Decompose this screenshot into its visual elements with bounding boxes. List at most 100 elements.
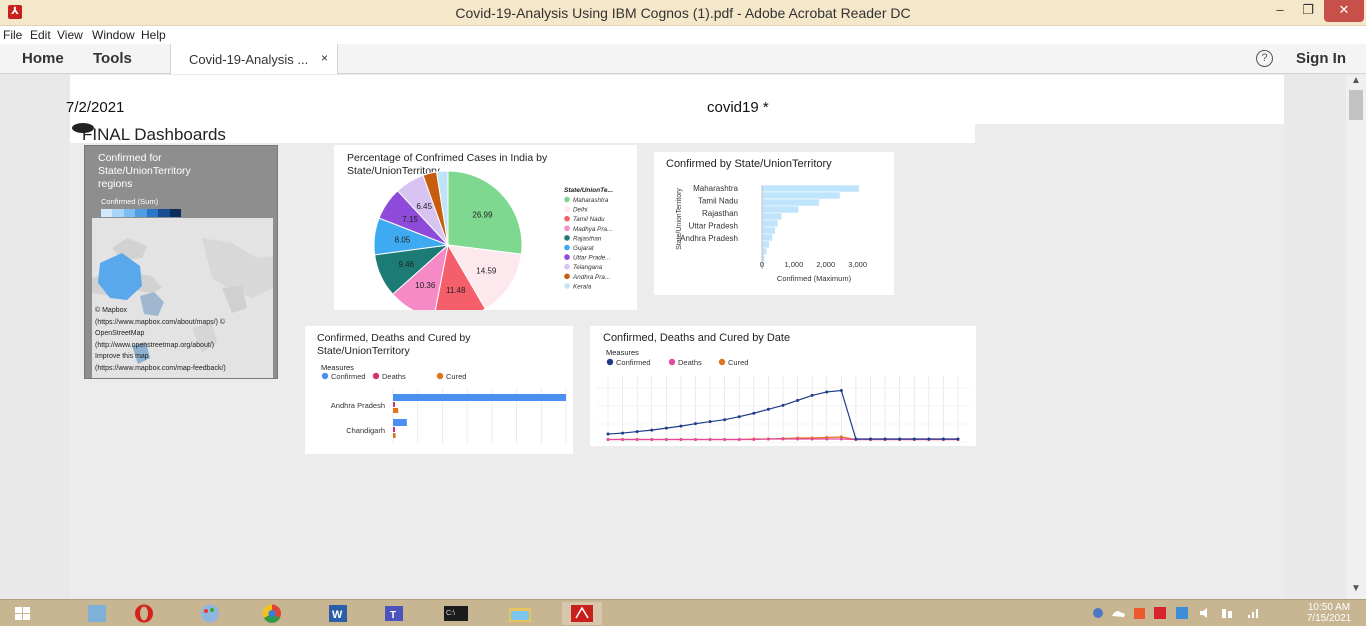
measures-legend-swatch: [372, 372, 380, 380]
tools-tab[interactable]: Tools: [93, 50, 132, 67]
help-icon[interactable]: ?: [1256, 50, 1273, 67]
pie-chart: 26.99 14.59 11.48 10.36 9.46 8.05 7.15 6.45 Stat…: [373, 170, 613, 310]
teams-icon[interactable]: T: [374, 602, 414, 625]
opera-icon[interactable]: [124, 602, 164, 625]
legend-swatch: [135, 209, 147, 217]
home-tab[interactable]: Home: [22, 50, 64, 67]
line-legend-label: Cured: [728, 358, 748, 367]
state-bar: [761, 219, 779, 228]
vertical-scrollbar[interactable]: ▲ ▼: [1346, 75, 1366, 599]
scroll-thumb[interactable]: [1349, 90, 1363, 120]
state-bar: [761, 198, 820, 207]
measures-category-label: Andhra Pradesh: [331, 401, 385, 410]
state-x-axis-label: Confirmed (Maximum): [777, 274, 852, 283]
measures-bar: [393, 408, 399, 413]
series-point: [635, 438, 639, 442]
taskbar-clock[interactable]: 10:50 AM 7/15/2021: [1296, 602, 1362, 624]
title-bar: ⅄ Covid-19-Analysis Using IBM Cognos (1)…: [0, 0, 1366, 26]
state-bar: [761, 247, 768, 256]
legend-swatch: [146, 209, 159, 217]
line-legend-label: Confirmed: [616, 358, 651, 367]
series-point: [664, 426, 668, 430]
series-point: [956, 437, 960, 441]
series-point: [737, 438, 741, 442]
menu-help[interactable]: Help: [141, 28, 166, 42]
state-bar-chart: Maharashtra Tamil Nadu Rajasthan Uttar Prad…: [676, 184, 867, 283]
legend-swatch: [158, 209, 170, 217]
measures-legend-swatch: [436, 372, 444, 380]
pie-chart-card[interactable]: Percentage of Confrimed Cases in India b…: [334, 145, 637, 310]
maximize-button[interactable]: ❐: [1294, 0, 1322, 22]
series-point: [810, 437, 814, 441]
menu-file[interactable]: File: [3, 28, 22, 42]
line-legend-swatch: [718, 358, 726, 366]
svg-text:T: T: [390, 610, 396, 621]
legend-swatch: [112, 209, 124, 217]
menu-view[interactable]: View: [57, 28, 83, 42]
state-bar-chart-card[interactable]: Confirmed by State/UnionTerritory Mahara…: [654, 152, 894, 295]
pie-value-label: 9.46: [399, 260, 415, 269]
state-category-label: Rajasthan: [702, 209, 738, 218]
paint-icon[interactable]: [190, 602, 230, 625]
series-point: [796, 398, 800, 402]
legend-swatch: [123, 209, 136, 217]
state-measures-chart-card[interactable]: Confirmed, Deaths and Cured by State/Uni…: [305, 326, 573, 454]
minimize-button[interactable]: –: [1266, 0, 1294, 22]
system-tray[interactable]: [1090, 605, 1280, 624]
pie-legend-label: Telangana: [573, 264, 603, 271]
start-button[interactable]: [6, 602, 40, 625]
series-point: [825, 437, 829, 441]
series-point: [694, 422, 697, 426]
document-tab[interactable]: Covid-19-Analysis ... ×: [170, 44, 338, 74]
dashboard-title: FINAL Dashboards: [82, 125, 226, 144]
scroll-up-icon[interactable]: ▲: [1351, 75, 1361, 86]
pie-legend-swatch: [564, 215, 570, 222]
terminal-icon[interactable]: C:\: [436, 602, 476, 625]
state-bar: [761, 240, 770, 249]
menu-window[interactable]: Window: [92, 28, 135, 42]
svg-text:W: W: [332, 609, 343, 621]
tab-bar: Home Tools Covid-19-Analysis ... × ? Sig…: [0, 44, 1366, 74]
map-credit-line[interactable]: (https://www.mapbox.com/map-feedback/): [95, 363, 275, 375]
chrome-icon[interactable]: [252, 602, 292, 625]
sign-in-button[interactable]: Sign In: [1296, 50, 1346, 67]
pie-legend-swatch: [564, 206, 570, 212]
map-credit-line[interactable]: OpenStreetMap: [95, 328, 275, 340]
series-point: [839, 437, 843, 441]
menu-edit[interactable]: Edit: [30, 28, 51, 42]
map-credit-line[interactable]: Improve this map: [95, 351, 275, 363]
close-tab-icon[interactable]: ×: [321, 51, 328, 65]
pie-value-label: 10.36: [415, 281, 436, 290]
measures-bar: [393, 402, 395, 407]
series-point: [869, 437, 872, 441]
state-category-label: Tamil Nadu: [698, 197, 738, 206]
map-widget[interactable]: Confirmed for State/UnionTerritory regio…: [84, 145, 278, 379]
map-credit-line[interactable]: (http://www.openstreetmap.org/about/): [95, 340, 275, 352]
clock-date: 7/15/2021: [1306, 613, 1352, 624]
series-point: [766, 407, 770, 411]
series-point: [825, 390, 829, 394]
date-line-chart-card[interactable]: Confirmed, Deaths and Cured by Date Meas…: [590, 326, 976, 446]
map-credit-line[interactable]: (https://www.mapbox.com/about/maps/) ©: [95, 317, 275, 329]
series-point: [679, 438, 683, 442]
state-bar: [761, 233, 773, 242]
notepad-icon[interactable]: [78, 602, 118, 625]
scroll-down-icon[interactable]: ▼: [1351, 583, 1361, 594]
line-legend-title: Measures: [606, 348, 639, 357]
state-category-label: Andhra Pradesh: [680, 234, 738, 243]
pie-legend-label: Rajasthan: [573, 235, 602, 242]
measures-legend-swatch: [321, 372, 329, 380]
map-legend-label: Confirmed (Sum): [101, 197, 159, 206]
pie-legend-swatch: [564, 235, 570, 241]
menu-bar: File Edit View Window Help: [0, 26, 1366, 44]
pie-legend-label: Delhi: [573, 207, 588, 214]
file-explorer-icon[interactable]: [500, 602, 540, 625]
map-credit-line[interactable]: © Mapbox: [95, 305, 275, 317]
series-point: [679, 424, 683, 428]
series-point: [635, 430, 639, 434]
close-button[interactable]: ✕: [1324, 0, 1364, 22]
acrobat-taskbar-icon[interactable]: [562, 602, 602, 625]
series-point: [723, 418, 727, 422]
word-icon[interactable]: W: [318, 602, 358, 625]
series-point: [883, 437, 887, 441]
